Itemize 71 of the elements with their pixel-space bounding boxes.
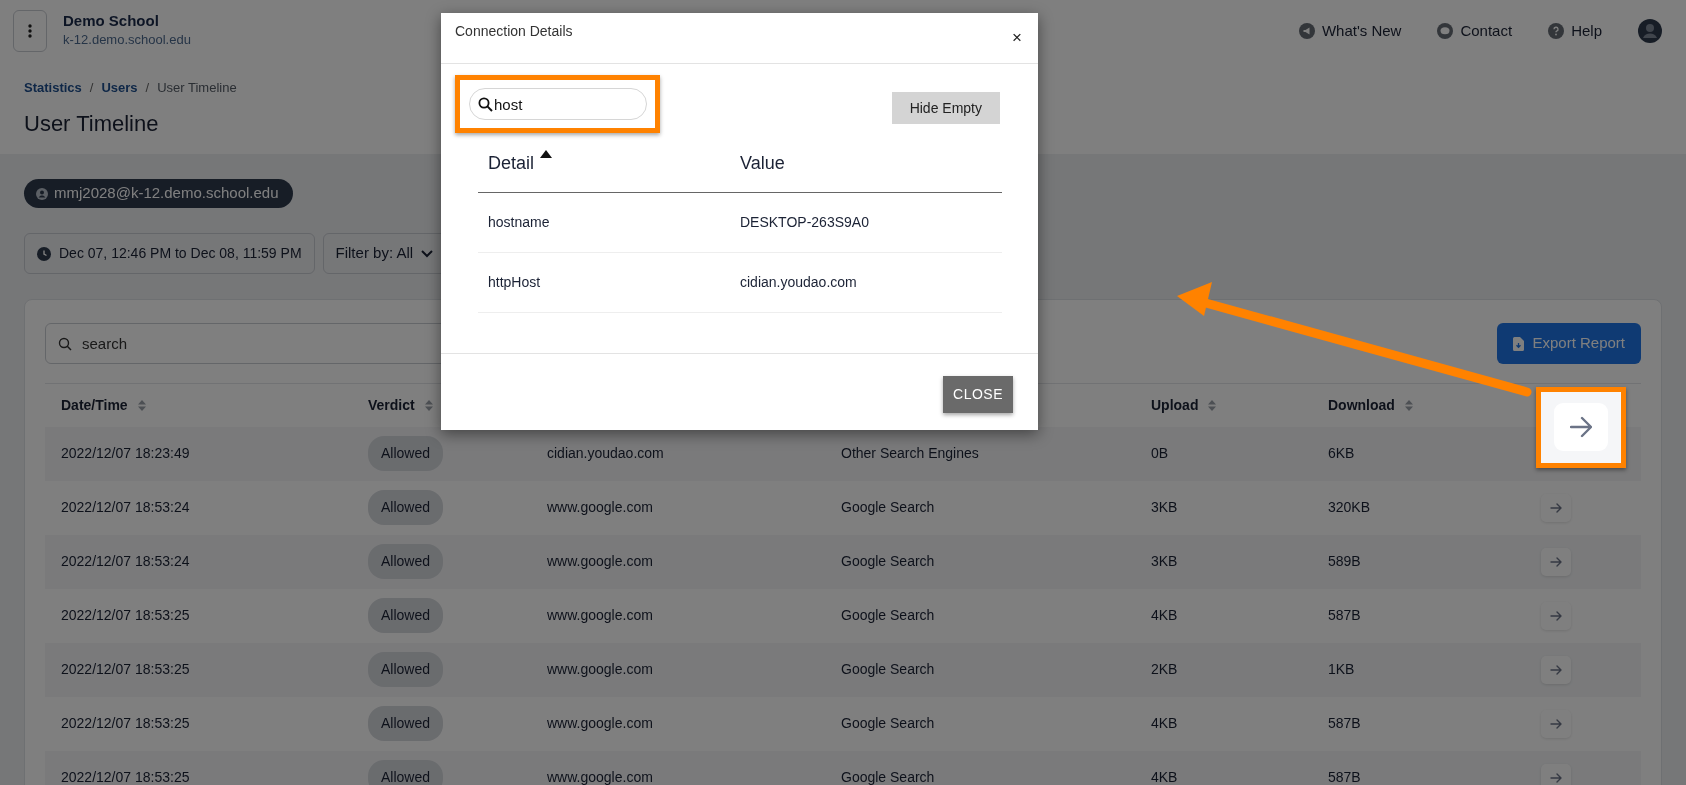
domain-cell: www.google.com [547, 769, 653, 785]
domain-cell: www.google.com [547, 715, 653, 732]
close-button[interactable]: × [1010, 29, 1024, 46]
download-cell: 589B [1328, 553, 1361, 570]
export-report-button[interactable]: Export Report [1497, 323, 1641, 365]
category-cell: Google Search [841, 715, 935, 732]
download-cell: 6KB [1328, 445, 1355, 462]
value-cell: cidian.youdao.com [740, 273, 857, 290]
domain-cell: www.google.com [547, 661, 653, 678]
column-header[interactable]: Download [1328, 394, 1413, 416]
verdict-badge: Allowed [368, 490, 444, 526]
category-cell: Other Search Engines [841, 445, 979, 462]
domain-cell: cidian.youdao.com [547, 445, 664, 462]
breadcrumb-link[interactable]: Statistics [24, 78, 82, 98]
upload-cell: 4KB [1151, 607, 1178, 624]
date-time-cell: 2022/12/07 18:53:25 [61, 607, 190, 624]
upload-cell: 3KB [1151, 553, 1178, 570]
breadcrumb-separator: / [89, 79, 94, 97]
upload-cell: 0B [1151, 445, 1169, 462]
column-header[interactable]: Upload [1151, 394, 1217, 416]
verdict-badge: Allowed [368, 598, 444, 634]
breadcrumb-link[interactable]: Users [101, 78, 138, 98]
org-domain: k-12.demo.school.edu [63, 31, 191, 50]
date-time-cell: 2022/12/07 18:53:25 [61, 715, 190, 732]
category-cell: Google Search [841, 499, 935, 516]
detail-cell: hostname [488, 213, 550, 230]
category-cell: Google Search [841, 769, 935, 785]
upload-cell: 4KB [1151, 769, 1178, 785]
page-title: User Timeline [24, 109, 159, 138]
search-field[interactable]: host [469, 88, 647, 120]
column-header[interactable]: Verdict [368, 394, 433, 416]
verdict-badge: Allowed [368, 760, 444, 785]
verdict-badge: Allowed [368, 652, 444, 688]
verdict-badge: Allowed [368, 706, 444, 742]
download-cell: 320KB [1328, 499, 1371, 516]
org-name: Demo School [63, 12, 160, 31]
upload-cell: 2KB [1151, 661, 1178, 678]
download-cell: 587B [1328, 607, 1361, 624]
date-time-cell: 2022/12/07 18:53:25 [61, 661, 190, 678]
column-header[interactable]: Value [740, 150, 785, 178]
date-time-cell: 2022/12/07 18:53:24 [61, 499, 190, 516]
date-time-cell: 2022/12/07 18:23:49 [61, 445, 190, 462]
upload-cell: 3KB [1151, 499, 1178, 516]
download-cell: 587B [1328, 715, 1361, 732]
header-link[interactable]: Contact [1437, 19, 1513, 43]
domain-cell: www.google.com [547, 607, 653, 624]
category-cell: Google Search [841, 607, 935, 624]
user-email: mmj2028@k-12.demo.school.edu [54, 183, 279, 204]
value-cell: DESKTOP-263S9A0 [740, 213, 869, 230]
domain-cell: www.google.com [547, 553, 653, 570]
upload-cell: 4KB [1151, 715, 1178, 732]
hide-empty-button[interactable]: Hide Empty [891, 92, 1000, 124]
modal-title: Connection Details [455, 22, 573, 41]
verdict-badge: Allowed [368, 544, 444, 580]
date-time-cell: 2022/12/07 18:53:25 [61, 769, 190, 785]
verdict-badge: Allowed [368, 436, 444, 472]
download-cell: 1KB [1328, 661, 1355, 678]
column-header[interactable]: Date/Time [61, 394, 146, 416]
download-cell: 587B [1328, 769, 1361, 785]
breadcrumb-separator: / [145, 79, 150, 97]
close-button[interactable]: CLOSE [943, 375, 1013, 413]
breadcrumb-current: User Timeline [157, 79, 237, 97]
domain-cell: www.google.com [547, 499, 653, 516]
date-range-button[interactable]: Dec 07, 12:46 PM to Dec 08, 11:59 PM [24, 233, 315, 275]
header-link[interactable]: What's New [1298, 19, 1402, 43]
date-time-cell: 2022/12/07 18:53:24 [61, 553, 190, 570]
category-cell: Google Search [841, 553, 935, 570]
detail-cell: httpHost [488, 273, 541, 290]
category-cell: Google Search [841, 661, 935, 678]
column-header[interactable]: Detail [488, 150, 553, 178]
header-link[interactable]: Help [1548, 19, 1602, 43]
